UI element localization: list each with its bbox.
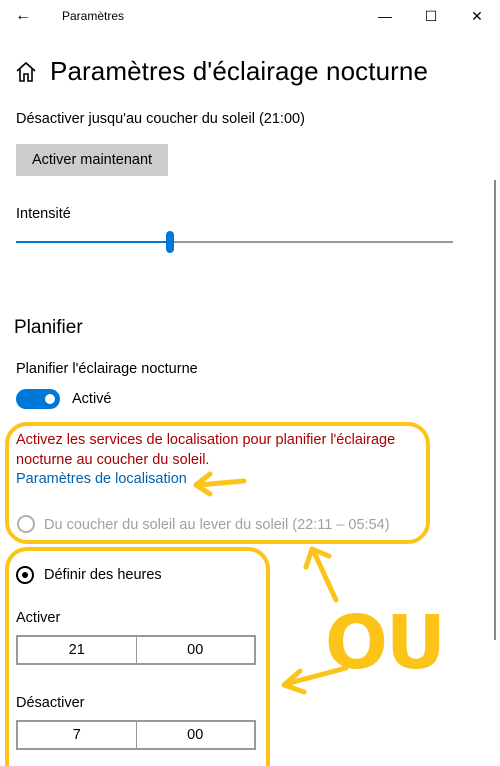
- arrow-up: [311, 549, 339, 603]
- arrow-to-link: [195, 478, 247, 488]
- annotation-ou-text: OU: [325, 600, 446, 686]
